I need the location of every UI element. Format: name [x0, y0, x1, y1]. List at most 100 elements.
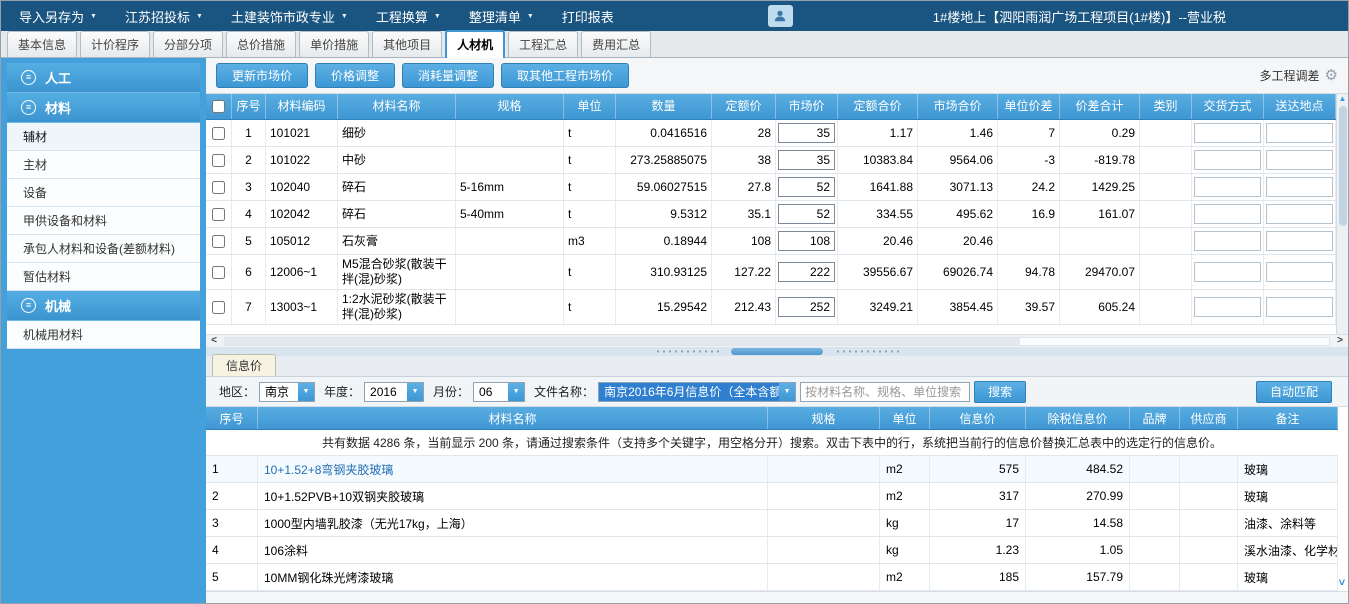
- table-row[interactable]: 4102042碎石5-40mmt9.531235.152334.55495.62…: [206, 201, 1336, 228]
- scroll-right-icon[interactable]: >: [1332, 336, 1348, 346]
- year-select[interactable]: 2016 ▼: [364, 382, 424, 402]
- info-vertical-scrollbar[interactable]: ˅: [1336, 408, 1348, 589]
- sidebar-item[interactable]: ≡人工: [7, 63, 200, 93]
- market-price-input[interactable]: 52: [778, 177, 835, 197]
- tab-item[interactable]: 单价措施: [299, 31, 369, 57]
- list-item[interactable]: 510MM钢化珠光烤漆玻璃m2185157.79玻璃: [206, 564, 1338, 591]
- sidebar-item[interactable]: 设备: [7, 179, 200, 207]
- splitter-collapse-handle[interactable]: [731, 348, 823, 355]
- market-price-input[interactable]: 252: [778, 297, 835, 317]
- table-row[interactable]: 3102040碎石5-16mmt59.0602751527.8521641.88…: [206, 174, 1336, 201]
- list-item[interactable]: 31000型内墙乳胶漆（无光17kg，上海）kg1714.58油漆、涂料等: [206, 510, 1338, 537]
- table-row[interactable]: 2101022中砂t273.25885075383510383.849564.0…: [206, 147, 1336, 174]
- row-checkbox[interactable]: [212, 127, 225, 140]
- cell-name: 1:2水泥砂浆(散装干拌(混)砂浆): [338, 290, 456, 324]
- panel-splitter[interactable]: [206, 347, 1348, 356]
- market-price-input[interactable]: 52: [778, 204, 835, 224]
- table-row[interactable]: 1101021细砂t0.041651628351.171.4670.29: [206, 120, 1336, 147]
- scroll-down-icon[interactable]: ˅: [1339, 578, 1345, 589]
- chevron-down-icon[interactable]: ▼: [407, 383, 423, 401]
- select-all-checkbox[interactable]: [212, 100, 225, 113]
- row-checkbox[interactable]: [212, 235, 225, 248]
- materials-horizontal-scrollbar[interactable]: < >: [206, 334, 1348, 347]
- menubar-item[interactable]: 江苏招投标▼: [111, 1, 217, 31]
- destination-input[interactable]: [1266, 177, 1333, 197]
- chevron-down-icon[interactable]: ▼: [779, 383, 795, 401]
- tab-item[interactable]: 其他项目: [372, 31, 442, 57]
- file-select[interactable]: 南京2016年6月信息价（全本含额 ▼: [598, 382, 796, 402]
- scroll-up-icon[interactable]: ▲: [1339, 95, 1347, 103]
- tab-item[interactable]: 工程汇总: [508, 31, 578, 57]
- delivery-input[interactable]: [1194, 123, 1261, 143]
- region-select[interactable]: 南京 ▼: [259, 382, 315, 402]
- tab-item[interactable]: 费用汇总: [581, 31, 651, 57]
- tab-item[interactable]: 总价措施: [226, 31, 296, 57]
- multi-project-adjust-link[interactable]: 多工程调差: [1260, 67, 1320, 84]
- cell-supplier: [1180, 483, 1238, 509]
- chevron-down-icon[interactable]: ▼: [508, 383, 524, 401]
- delivery-input[interactable]: [1194, 177, 1261, 197]
- list-item[interactable]: 210+1.52PVB+10双钢夹胶玻璃m2317270.99玻璃: [206, 483, 1338, 510]
- destination-input[interactable]: [1266, 204, 1333, 224]
- menubar-item[interactable]: 整理清单▼: [455, 1, 548, 31]
- sidebar-item[interactable]: ≡材料: [7, 93, 200, 123]
- destination-input[interactable]: [1266, 262, 1333, 282]
- scroll-left-icon[interactable]: <: [206, 336, 222, 346]
- scrollbar-track[interactable]: [224, 337, 1330, 346]
- list-item[interactable]: 4106涂料kg1.231.05溪水油漆、化学材料类: [206, 537, 1338, 564]
- destination-input[interactable]: [1266, 297, 1333, 317]
- sidebar-item[interactable]: 承包人材料和设备(差额材料): [7, 235, 200, 263]
- destination-input[interactable]: [1266, 150, 1333, 170]
- menubar-item[interactable]: 打印报表: [548, 1, 628, 31]
- delivery-input[interactable]: [1194, 297, 1261, 317]
- toolbar-button[interactable]: 价格调整: [315, 63, 395, 88]
- destination-input[interactable]: [1266, 231, 1333, 251]
- market-price-input[interactable]: 35: [778, 123, 835, 143]
- sidebar-item[interactable]: 辅材: [7, 123, 200, 151]
- tab-item[interactable]: 计价程序: [80, 31, 150, 57]
- scrollbar-thumb[interactable]: [1339, 106, 1347, 226]
- table-row[interactable]: 612006~1M5混合砂浆(散装干拌(混)砂浆)t310.93125127.2…: [206, 255, 1336, 290]
- destination-input[interactable]: [1266, 123, 1333, 143]
- search-input[interactable]: [800, 382, 970, 402]
- tab-item[interactable]: 基本信息: [7, 31, 77, 57]
- list-item[interactable]: 110+1.52+8弯钢夹胶玻璃m2575484.52玻璃: [206, 456, 1338, 483]
- market-price-input[interactable]: 108: [778, 231, 835, 251]
- gear-icon[interactable]: ⚙: [1325, 68, 1338, 83]
- sidebar-item[interactable]: 主材: [7, 151, 200, 179]
- market-price-input[interactable]: 35: [778, 150, 835, 170]
- menubar-item[interactable]: 土建装饰市政专业▼: [217, 1, 362, 31]
- month-value: 06: [474, 383, 508, 401]
- sidebar-item[interactable]: 暂估材料: [7, 263, 200, 291]
- toolbar-button[interactable]: 更新市场价: [216, 63, 308, 88]
- toolbar-button[interactable]: 取其他工程市场价: [501, 63, 629, 88]
- tab-item[interactable]: 人材机: [445, 30, 505, 58]
- row-checkbox[interactable]: [212, 208, 225, 221]
- scrollbar-thumb[interactable]: [225, 338, 1020, 345]
- auto-match-button[interactable]: 自动匹配: [1256, 381, 1332, 403]
- delivery-input[interactable]: [1194, 231, 1261, 251]
- row-checkbox[interactable]: [212, 154, 225, 167]
- delivery-input[interactable]: [1194, 150, 1261, 170]
- sidebar-item[interactable]: 甲供设备和材料: [7, 207, 200, 235]
- table-row[interactable]: 713003~11:2水泥砂浆(散装干拌(混)砂浆)t15.29542212.4…: [206, 290, 1336, 325]
- table-row[interactable]: 5105012石灰膏m30.1894410810820.4620.46: [206, 228, 1336, 255]
- menubar-item[interactable]: 导入另存为▼: [5, 1, 111, 31]
- materials-vertical-scrollbar[interactable]: ▲: [1336, 94, 1348, 334]
- toolbar-button[interactable]: 消耗量调整: [402, 63, 494, 88]
- row-checkbox[interactable]: [212, 301, 225, 314]
- row-checkbox[interactable]: [212, 266, 225, 279]
- sidebar-item[interactable]: 机械用材料: [7, 321, 200, 349]
- tab-info-price[interactable]: 信息价: [212, 354, 276, 376]
- search-button[interactable]: 搜索: [974, 381, 1026, 403]
- tab-item[interactable]: 分部分项: [153, 31, 223, 57]
- month-select[interactable]: 06 ▼: [473, 382, 525, 402]
- row-checkbox[interactable]: [212, 181, 225, 194]
- menubar-item[interactable]: 工程换算▼: [362, 1, 455, 31]
- user-avatar-icon[interactable]: [768, 5, 793, 27]
- delivery-input[interactable]: [1194, 262, 1261, 282]
- sidebar-item[interactable]: ≡机械: [7, 291, 200, 321]
- market-price-input[interactable]: 222: [778, 262, 835, 282]
- delivery-input[interactable]: [1194, 204, 1261, 224]
- chevron-down-icon[interactable]: ▼: [298, 383, 314, 401]
